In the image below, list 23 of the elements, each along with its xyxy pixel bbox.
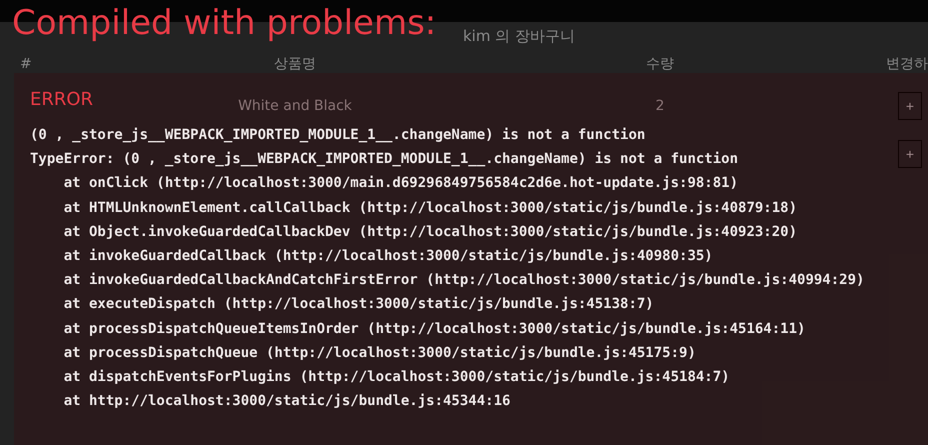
stack-trace-line: at invokeGuardedCallbackAndCatchFirstError (http://localhost:3000/static/js/bundle.js:40994:29) bbox=[62, 271, 864, 290]
error-message: (0 , _store_js__WEBPACK_IMPORTED_MODULE_1__.changeName) is not a function bbox=[30, 126, 646, 145]
stack-trace-line: at http://localhost:3000/static/js/bundle.js:45344:16 bbox=[62, 392, 510, 412]
stack-trace-line: at dispatchEventsForPlugins (http://localhost:3000/static/js/bundle.js:45184:7) bbox=[62, 368, 730, 388]
column-header: 변경하 bbox=[885, 55, 928, 73]
increase-button[interactable]: + bbox=[898, 140, 922, 168]
stack-trace-line: at processDispatchQueue (http://localhost:3000/static/js/bundle.js:45175:9) bbox=[62, 344, 696, 363]
column-header: # bbox=[20, 56, 33, 72]
product-name: White and Black bbox=[238, 98, 352, 114]
stack-trace-line: at Object.invokeGuardedCallbackDev (http://localhost:3000/static/js/bundle.js:40923:20) bbox=[62, 222, 798, 242]
stack-trace-line: at processDispatchQueueItemsInOrder (http://localhost:3000/static/js/bundle.js:45164:11) bbox=[62, 320, 806, 339]
overlay-title: Compiled with problems: bbox=[12, 2, 436, 45]
error-label: ERROR bbox=[30, 89, 94, 110]
stack-trace-line: at onClick (http://localhost:3000/main.d69296849756584c2d6e.hot-update.js:98:81) bbox=[62, 174, 738, 194]
stack-trace-line: at executeDispatch (http://localhost:3000/static/js/bundle.js:45138:7) bbox=[62, 295, 654, 314]
increase-button[interactable]: + bbox=[898, 92, 922, 120]
cart-heading: kim 의 장바구니 bbox=[463, 27, 576, 46]
column-header: 상품명 bbox=[273, 55, 317, 73]
stack-trace-line: at invokeGuardedCallback (http://localhost:3000/static/js/bundle.js:40980:35) bbox=[62, 247, 713, 266]
stack-trace-line: at HTMLUnknownElement.callCallback (http://localhost:3000/static/js/bundle.js:40879:18) bbox=[62, 198, 798, 218]
quantity: 2 bbox=[656, 98, 664, 114]
column-header: 수량 bbox=[645, 55, 675, 73]
stack-trace-line: TypeError: (0 , _store_js__WEBPACK_IMPORTED_MODULE_1__.changeName) is not a function bbox=[30, 150, 738, 170]
